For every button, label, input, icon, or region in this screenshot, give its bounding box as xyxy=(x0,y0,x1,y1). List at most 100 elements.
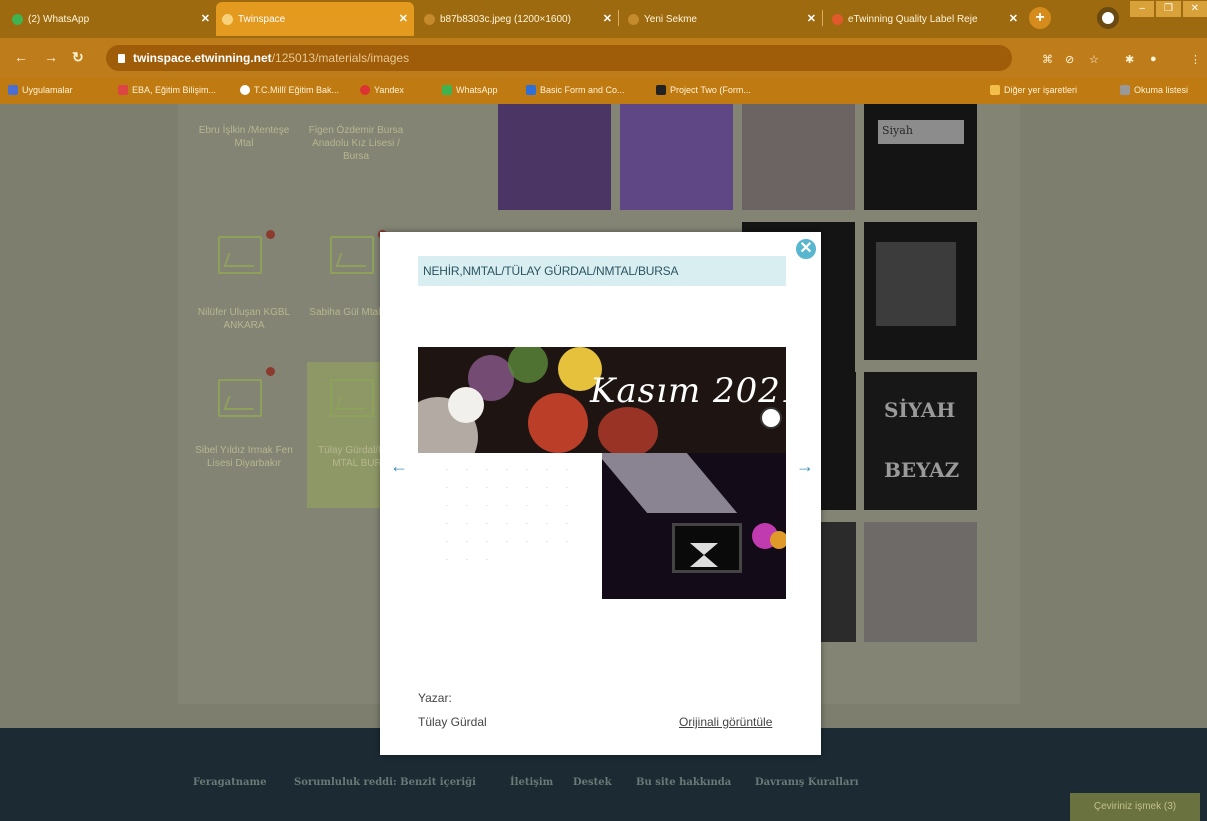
qr-icon[interactable]: ⌘ xyxy=(1042,53,1053,66)
calendar-cell: · xyxy=(486,485,488,491)
bookmark-label: Yandex xyxy=(374,85,404,95)
calendar-grid: · · · · · · · · · · · · · · · · · · · · · · · · · · · · · · · · · · · · · · xyxy=(438,467,588,587)
calendar-cell: · xyxy=(506,467,508,473)
minimize-button[interactable]: – xyxy=(1130,1,1155,17)
tab-new-tab[interactable]: Yeni Sekme ✕ xyxy=(622,2,822,36)
calendar-cell: · xyxy=(526,503,528,509)
bookmark-yandex[interactable]: Yandex xyxy=(360,85,404,95)
bookmark-label: Uygulamalar xyxy=(22,85,73,95)
calendar-cell: · xyxy=(466,539,468,545)
image-thumbnail[interactable] xyxy=(820,522,856,642)
tab-image-jpeg[interactable]: b87b8303c.jpeg (1200×1600) ✕ xyxy=(418,2,618,36)
thumbnail-text: Siyah xyxy=(878,120,964,144)
tab-twinspace[interactable]: Twinspace ✕ xyxy=(216,2,414,36)
bookmark-project-two[interactable]: Project Two (Form... xyxy=(656,85,751,95)
image-placeholder-icon[interactable] xyxy=(330,236,374,274)
calendar-cell: · xyxy=(526,485,528,491)
calendar-cell: · xyxy=(526,521,528,527)
bookmark-label: WhatsApp xyxy=(456,85,498,95)
tab-etwinning-quality[interactable]: eTwinning Quality Label Reje ✕ xyxy=(826,2,1024,36)
previous-arrow-icon[interactable]: ← xyxy=(390,456,408,477)
tab-title: Yeni Sekme xyxy=(644,13,697,25)
bookmark-meb[interactable]: T.C.Millî Eğitim Bak... xyxy=(240,85,339,95)
calendar-cell: · xyxy=(506,503,508,509)
bookmark-other[interactable]: Diğer yer işaretleri xyxy=(990,85,1077,95)
image-thumbnail[interactable] xyxy=(620,104,733,210)
footer-link-contact[interactable]: İletişim xyxy=(510,777,553,788)
url-bar[interactable]: twinspace.etwinning.net /125013/material… xyxy=(106,45,1012,71)
image-modal: NEHİR,NMTAL/TÜLAY GÜRDAL/NMTAL/BURSA Kas… xyxy=(380,232,821,755)
whatsapp-icon xyxy=(12,14,23,25)
tab-title: Twinspace xyxy=(238,13,286,25)
bookmark-star-icon[interactable]: ☆ xyxy=(1089,53,1099,66)
forward-icon[interactable]: → xyxy=(44,49,58,65)
image-placeholder-icon[interactable] xyxy=(218,236,262,274)
etwinning-icon xyxy=(832,14,843,25)
calendar-cell: · xyxy=(546,503,548,509)
footer-link-liability[interactable]: Sorumluluk reddi: Benzit içeriği xyxy=(294,777,476,788)
calendar-cell: · xyxy=(566,539,568,545)
extensions-icon[interactable]: ✱ xyxy=(1125,53,1134,66)
bookmark-eba[interactable]: EBA, Eğitim Bilişim... xyxy=(118,85,216,95)
account-icon[interactable]: ● xyxy=(1150,53,1157,65)
project-icon xyxy=(656,85,666,95)
tab-whatsapp[interactable]: (2) WhatsApp ✕ xyxy=(6,2,216,36)
maximize-button[interactable]: ❐ xyxy=(1156,1,1181,17)
back-icon[interactable]: ← xyxy=(14,49,28,65)
bookmark-label: T.C.Millî Eğitim Bak... xyxy=(254,85,340,95)
calendar-cell: · xyxy=(446,485,448,491)
meb-icon xyxy=(240,85,250,95)
close-tab-icon[interactable]: ✕ xyxy=(201,12,210,25)
image-thumbnail[interactable]: Siyah xyxy=(864,104,977,210)
view-original-link[interactable]: Orijinali görüntüle xyxy=(679,715,772,729)
image-placeholder-icon[interactable] xyxy=(218,379,262,417)
close-tab-icon[interactable]: ✕ xyxy=(1009,12,1018,25)
address-toolbar: ← → ↻ twinspace.etwinning.net /125013/ma… xyxy=(0,38,1207,78)
image-thumbnail[interactable] xyxy=(742,104,855,210)
close-tab-icon[interactable]: ✕ xyxy=(399,12,408,25)
footer-link-about[interactable]: Bu site hakkında xyxy=(636,777,731,788)
calendar-cell: · xyxy=(446,503,448,509)
next-arrow-icon[interactable]: → xyxy=(796,456,814,477)
image-thumbnail[interactable] xyxy=(864,222,977,360)
image-thumbnail[interactable]: SİYAH BEYAZ xyxy=(864,372,977,510)
gallery-item[interactable]: Sibel Yıldız Irmak Fen Lisesi Diyarbakır xyxy=(194,444,294,470)
footer-link-disclaimer[interactable]: Feragatname xyxy=(193,777,266,788)
gallery-item[interactable]: Ebru İşlkin /Menteşe Mtal xyxy=(194,124,294,150)
new-tab-button[interactable]: + xyxy=(1029,7,1051,29)
bookmark-basic-form[interactable]: Basic Form and Co... xyxy=(526,85,625,95)
image-thumbnail[interactable] xyxy=(864,522,977,642)
camera-photo xyxy=(602,453,786,599)
translate-page-icon[interactable]: ⊘ xyxy=(1065,53,1074,66)
calendar-cell: · xyxy=(506,521,508,527)
gallery-item[interactable]: Figen Özdemir Bursa Anadolu Kız Lisesi /… xyxy=(306,124,406,163)
reload-icon[interactable]: ↻ xyxy=(72,49,84,66)
calendar-cell: · xyxy=(526,467,528,473)
calendar-cell: · xyxy=(486,503,488,509)
footer-link-support[interactable]: Destek xyxy=(573,777,612,788)
modal-image[interactable]: Kasım 2021 · · · · · · · · · · · · · · · · · · · · · · · · · · · · ·… xyxy=(418,347,786,599)
footer-link-code-of-conduct[interactable]: Davranış Kuralları xyxy=(755,777,859,788)
image-placeholder-icon[interactable] xyxy=(330,379,374,417)
close-window-button[interactable]: ✕ xyxy=(1182,1,1207,17)
thumbnail-text: BEYAZ xyxy=(884,458,960,482)
translate-button[interactable]: Çeviriniz işmek (3) xyxy=(1070,793,1200,821)
url-host: twinspace.etwinning.net xyxy=(133,51,272,65)
profile-icon[interactable] xyxy=(1097,7,1119,29)
bookmark-reading-list[interactable]: Okuma listesi xyxy=(1120,85,1188,95)
menu-icon[interactable]: ⋮ xyxy=(1190,53,1201,66)
apps-grid-icon xyxy=(8,85,18,95)
bookmark-label: Project Two (Form... xyxy=(670,85,751,95)
bookmark-apps[interactable]: Uygulamalar xyxy=(8,85,73,95)
close-tab-icon[interactable]: ✕ xyxy=(807,12,816,25)
calendar-cell: · xyxy=(526,539,528,545)
image-thumbnail[interactable] xyxy=(820,372,856,510)
close-modal-icon[interactable]: ✕ xyxy=(794,237,818,261)
calendar-cell: · xyxy=(446,557,448,563)
image-thumbnail[interactable] xyxy=(498,104,611,210)
close-tab-icon[interactable]: ✕ xyxy=(603,12,612,25)
bookmark-label: Basic Form and Co... xyxy=(540,85,625,95)
gallery-item[interactable]: Nilüfer Uluşan KGBL ANKARA xyxy=(194,306,294,332)
bookmark-whatsapp[interactable]: WhatsApp xyxy=(442,85,498,95)
url-path: /125013/materials/images xyxy=(271,51,410,65)
